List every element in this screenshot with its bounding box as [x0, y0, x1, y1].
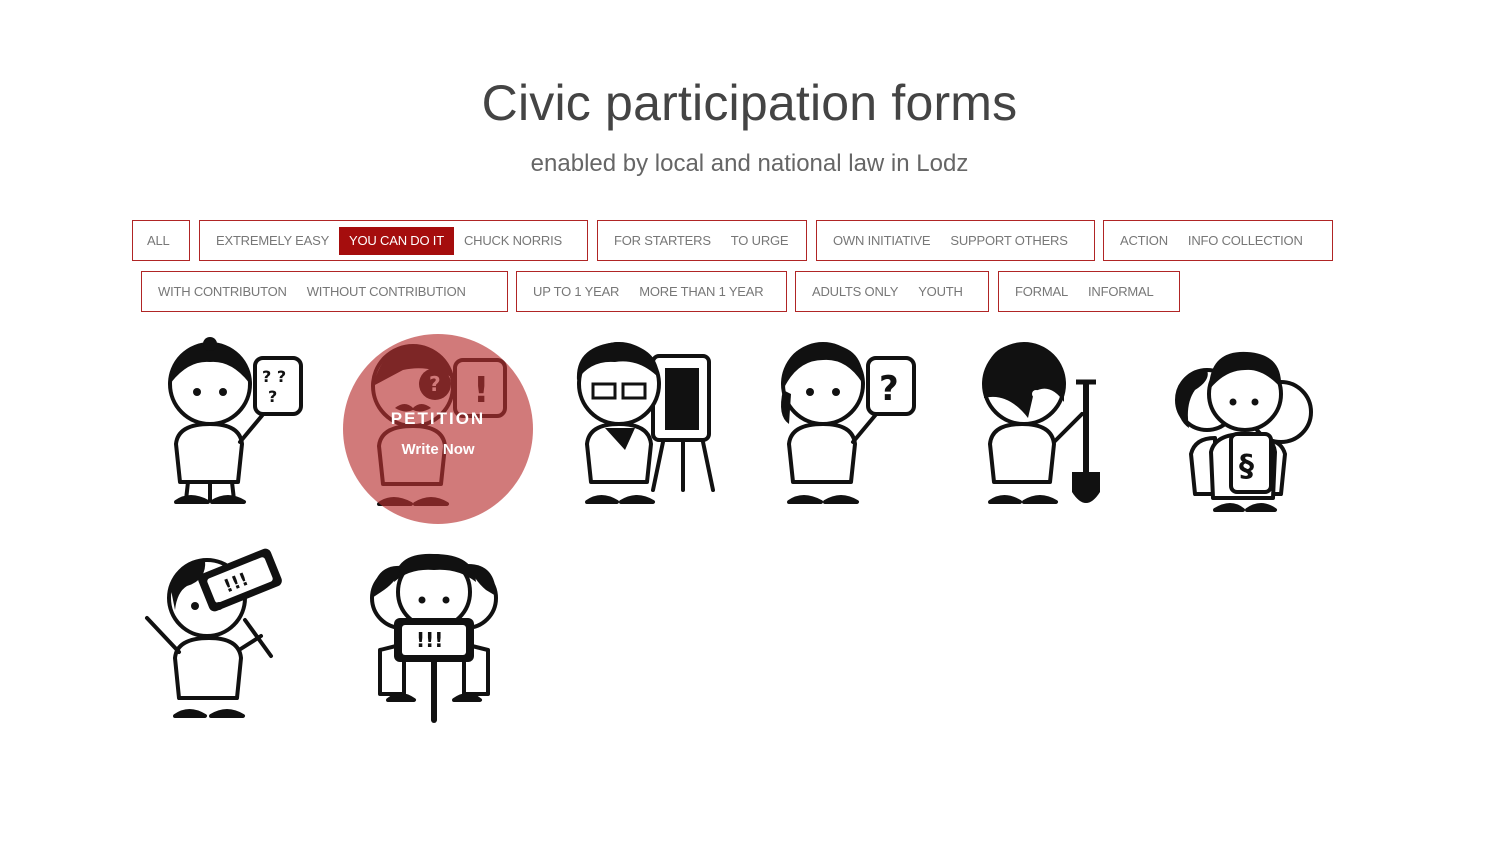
filter-formal[interactable]: FORMAL — [1005, 278, 1078, 306]
filter-support-others[interactable]: SUPPORT OTHERS — [940, 227, 1077, 255]
person-with-question-sign-icon: ? — [781, 342, 916, 504]
filter-for-starters[interactable]: FOR STARTERS — [604, 227, 721, 255]
filter-chuck-norris[interactable]: CHUCK NORRIS — [454, 227, 572, 255]
filter-youth[interactable]: YOUTH — [908, 278, 973, 306]
participation-card-1[interactable]: ? ? ? — [140, 332, 330, 522]
card-hover-overlay[interactable]: PETITION Write Now — [343, 334, 533, 524]
filter-group-purpose: FOR STARTERS TO URGE — [597, 220, 807, 261]
filter-group-type: ACTION INFO COLLECTION — [1103, 220, 1333, 261]
filter-up-to-1-year[interactable]: UP TO 1 YEAR — [523, 278, 629, 306]
filter-group-formality: FORMAL INFORMAL — [998, 271, 1180, 312]
filter-own-initiative[interactable]: OWN INITIATIVE — [823, 227, 940, 255]
filter-you-can-do-it[interactable]: YOU CAN DO IT — [339, 226, 454, 255]
filter-info-collection[interactable]: INFO COLLECTION — [1178, 227, 1313, 255]
group-with-paragraph-sign-icon: § — [1175, 351, 1313, 512]
overlay-title: PETITION — [390, 408, 486, 428]
svg-text:?: ? — [879, 369, 899, 409]
filter-group-age: ADULTS ONLY YOUTH — [795, 271, 989, 312]
filter-with-contribution[interactable]: WITH CONTRIBUTON — [148, 278, 297, 306]
person-with-protest-sign-icon: !!! — [145, 548, 282, 718]
filter-more-than-1-year[interactable]: MORE THAN 1 YEAR — [629, 278, 773, 306]
write-now-link[interactable]: Write Now — [401, 441, 474, 458]
filter-all[interactable]: ALL — [137, 227, 180, 255]
filter-extremely-easy[interactable]: EXTREMELY EASY — [206, 227, 339, 255]
participation-card-3[interactable] — [555, 332, 745, 522]
filter-action[interactable]: ACTION — [1110, 227, 1178, 255]
filter-adults-only[interactable]: ADULTS ONLY — [802, 278, 908, 306]
participation-card-petition[interactable]: ? ! PETITION Write Now — [343, 334, 533, 524]
person-with-glasses-easel-icon — [576, 342, 715, 504]
participation-card-7[interactable]: !!! — [135, 540, 325, 730]
filter-without-contribution[interactable]: WITHOUT CONTRIBUTION — [297, 278, 476, 306]
participation-card-8[interactable]: !!! — [340, 540, 530, 730]
svg-text:?: ? — [268, 387, 277, 406]
participation-card-4[interactable]: ? — [753, 332, 943, 522]
svg-text:? ?: ? ? — [262, 367, 286, 386]
person-with-shovel-icon — [982, 342, 1100, 504]
filter-group-all: ALL — [132, 220, 190, 261]
filter-group-initiative: OWN INITIATIVE SUPPORT OTHERS — [816, 220, 1095, 261]
page-subtitle: enabled by local and national law in Lod… — [530, 150, 969, 177]
person-with-question-document-icon: ? ? ? — [168, 337, 303, 504]
filter-informal[interactable]: INFORMAL — [1078, 278, 1164, 306]
group-with-protest-banner-icon: !!! — [370, 553, 498, 723]
filter-to-urge[interactable]: TO URGE — [721, 227, 799, 255]
svg-text:!!!: !!! — [416, 628, 443, 652]
page-title: Civic participation forms — [481, 75, 1018, 131]
svg-text:§: § — [1239, 449, 1254, 484]
filter-group-difficulty: EXTREMELY EASY YOU CAN DO IT CHUCK NORRI… — [199, 220, 588, 261]
filter-group-duration: UP TO 1 YEAR MORE THAN 1 YEAR — [516, 271, 787, 312]
participation-card-5[interactable] — [958, 332, 1148, 522]
participation-card-6[interactable]: § — [1155, 334, 1345, 524]
filter-group-contribution: WITH CONTRIBUTON WITHOUT CONTRIBUTION — [141, 271, 508, 312]
